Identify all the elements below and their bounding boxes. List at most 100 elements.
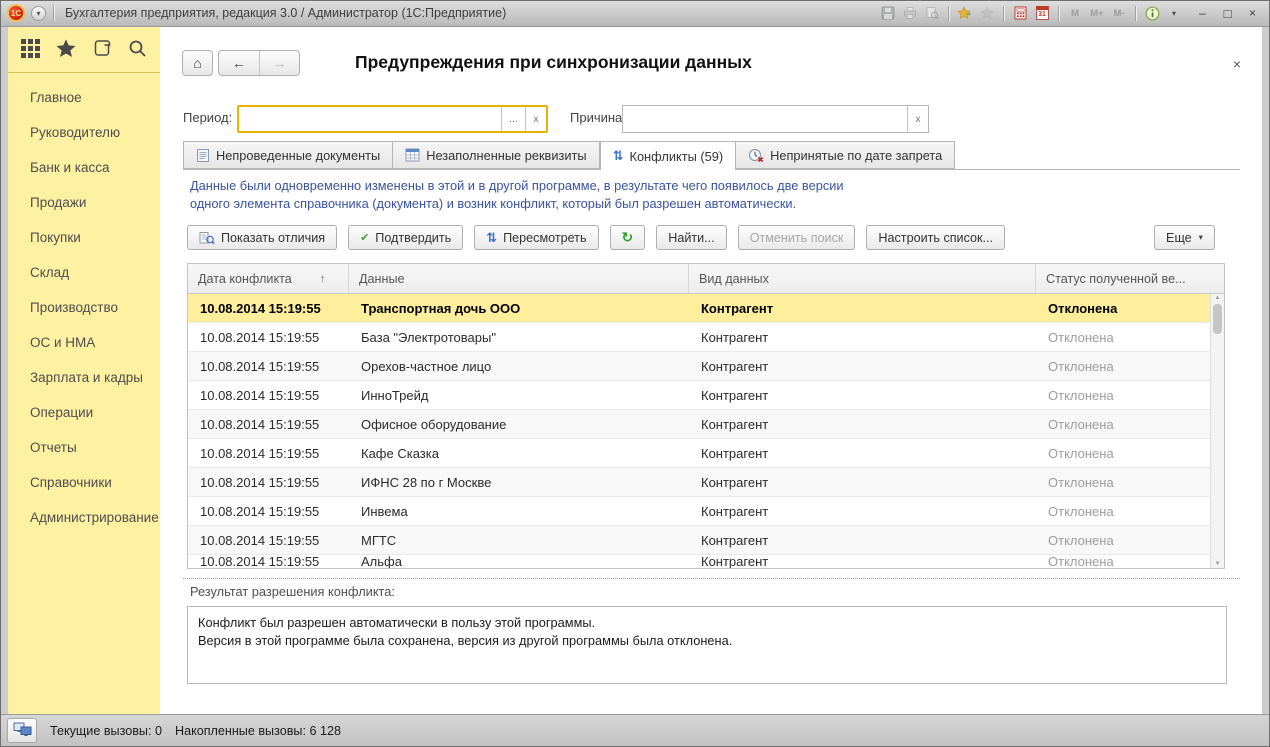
more-button[interactable]: Еще ▾ bbox=[1154, 225, 1215, 250]
period-picker-button[interactable]: ... bbox=[501, 107, 525, 131]
sort-ascending-icon: ↑ bbox=[320, 273, 326, 285]
forward-button[interactable]: → bbox=[259, 51, 299, 75]
column-header[interactable]: Вид данных bbox=[689, 264, 1036, 293]
configure-list-button[interactable]: Настроить список... bbox=[866, 225, 1005, 250]
scroll-up-icon[interactable]: ▲ bbox=[1211, 295, 1224, 301]
table-row[interactable]: 10.08.2014 15:19:55Офисное оборудованиеК… bbox=[188, 410, 1210, 439]
titlebar-tool[interactable] bbox=[1135, 6, 1136, 21]
table-row[interactable]: 10.08.2014 15:19:55МГТСКонтрагентОтклоне… bbox=[188, 526, 1210, 555]
period-field: ... x bbox=[237, 105, 548, 133]
search-panel-button[interactable] bbox=[124, 37, 150, 63]
page-close-button[interactable]: × bbox=[1228, 55, 1246, 73]
info-dropdown-button[interactable]: ▾ bbox=[1164, 4, 1184, 23]
show-differences-button[interactable]: Показать отличия bbox=[187, 225, 337, 250]
reason-field: x bbox=[622, 105, 929, 133]
sidebar-item-sales[interactable]: Продажи bbox=[8, 185, 160, 220]
sidebar-item-main[interactable]: Главное bbox=[8, 80, 160, 115]
table-row[interactable]: 10.08.2014 15:19:55ИнвемаКонтрагентОткло… bbox=[188, 497, 1210, 526]
add-favorite-button[interactable] bbox=[955, 4, 975, 23]
column-header[interactable]: Дата конфликта↑ bbox=[188, 264, 349, 293]
period-input[interactable] bbox=[239, 107, 501, 131]
conflict-date: 10.08.2014 15:19:55 bbox=[188, 323, 349, 351]
maximize-button[interactable]: □ bbox=[1217, 4, 1238, 23]
sidebar-item-bank-cash[interactable]: Банк и касса bbox=[8, 150, 160, 185]
titlebar-tools: 31 MM+M- ▾ bbox=[878, 4, 1184, 23]
table-row[interactable]: 10.08.2014 15:19:55ИФНС 28 по г МосквеКо… bbox=[188, 468, 1210, 497]
page-title: Предупреждения при синхронизации данных bbox=[355, 52, 752, 73]
table-row[interactable]: 10.08.2014 15:19:55База "Электротовары"К… bbox=[188, 323, 1210, 352]
info-icon bbox=[1145, 6, 1160, 21]
conflict-status: Отклонена bbox=[1036, 410, 1210, 438]
sidebar-item-production[interactable]: Производство bbox=[8, 290, 160, 325]
memory-recall-button[interactable]: M bbox=[1065, 4, 1085, 23]
memory-plus-button[interactable]: M+ bbox=[1087, 4, 1107, 23]
print-preview-icon bbox=[925, 6, 939, 20]
print-button[interactable] bbox=[900, 4, 920, 23]
table-row[interactable]: 10.08.2014 15:19:55Транспортная дочь ООО… bbox=[188, 294, 1210, 323]
close-button[interactable]: × bbox=[1242, 4, 1263, 23]
sidebar-item-directories[interactable]: Справочники bbox=[8, 465, 160, 500]
tab-unposted-documents[interactable]: Непроведенные документы bbox=[183, 141, 393, 169]
conflict-date: 10.08.2014 15:19:55 bbox=[188, 468, 349, 496]
reason-clear-button[interactable]: x bbox=[907, 106, 928, 132]
column-header[interactable]: Статус полученной ве... bbox=[1036, 264, 1224, 293]
tab-conflicts[interactable]: ⇅Конфликты (59) bbox=[600, 141, 737, 170]
review-button[interactable]: ⇅Пересмотреть bbox=[474, 225, 598, 250]
favorites-button[interactable] bbox=[977, 4, 997, 23]
tab-rejected-by-date[interactable]: Непринятые по дате запрета bbox=[736, 141, 955, 169]
vertical-scrollbar[interactable]: ▲ ▼ bbox=[1210, 294, 1224, 568]
main-menu-dropdown-button[interactable]: ▾ bbox=[31, 6, 46, 21]
save-button[interactable] bbox=[878, 4, 898, 23]
favorites-panel-button[interactable] bbox=[53, 37, 79, 63]
tab-unfilled-attributes[interactable]: Незаполненные реквизиты bbox=[393, 141, 599, 169]
sidebar-item-reports[interactable]: Отчеты bbox=[8, 430, 160, 465]
refresh-icon: ↻ bbox=[622, 229, 634, 246]
table-row[interactable]: 10.08.2014 15:19:55ИнноТрейдКонтрагентОт… bbox=[188, 381, 1210, 410]
table-row[interactable]: 10.08.2014 15:19:55АльфаКонтрагентОтклон… bbox=[188, 555, 1210, 568]
column-header[interactable]: Данные bbox=[349, 264, 689, 293]
conflict-description: Данные были одновременно изменены в этой… bbox=[190, 177, 844, 212]
titlebar-tool[interactable] bbox=[1058, 6, 1059, 21]
sidebar-item-manager[interactable]: Руководителю bbox=[8, 115, 160, 150]
find-button[interactable]: Найти... bbox=[656, 225, 726, 250]
sections-menu-button[interactable] bbox=[18, 37, 44, 63]
scroll-down-icon[interactable]: ▼ bbox=[1211, 561, 1224, 567]
sections-sidebar: ГлавноеРуководителюБанк и кассаПродажиПо… bbox=[8, 27, 160, 714]
sidebar-item-purchases[interactable]: Покупки bbox=[8, 220, 160, 255]
sidebar-item-operations[interactable]: Операции bbox=[8, 395, 160, 430]
conflict-kind: Контрагент bbox=[689, 439, 1036, 467]
home-button[interactable]: ⌂ bbox=[182, 50, 213, 76]
history-panel-button[interactable] bbox=[89, 37, 115, 63]
splitter[interactable] bbox=[183, 578, 1240, 579]
scrollbar-thumb[interactable] bbox=[1213, 304, 1222, 334]
calendar-button[interactable]: 31 bbox=[1032, 4, 1052, 23]
titlebar-tool[interactable] bbox=[948, 6, 949, 21]
memory-minus-button[interactable]: M- bbox=[1109, 4, 1129, 23]
performance-indicator-button[interactable] bbox=[7, 718, 37, 743]
sidebar-item-salary-hr[interactable]: Зарплата и кадры bbox=[8, 360, 160, 395]
confirm-button[interactable]: ✔Подтвердить bbox=[348, 225, 463, 250]
sidebar-item-warehouse[interactable]: Склад bbox=[8, 255, 160, 290]
back-button[interactable]: ← bbox=[219, 51, 259, 75]
conflict-kind: Контрагент bbox=[689, 526, 1036, 554]
minimize-button[interactable]: – bbox=[1192, 4, 1213, 23]
sidebar-item-fixed-assets[interactable]: ОС и НМА bbox=[8, 325, 160, 360]
cancel-search-button[interactable]: Отменить поиск bbox=[738, 225, 856, 250]
refresh-button[interactable]: ↻ bbox=[610, 225, 646, 250]
info-button[interactable] bbox=[1142, 4, 1162, 23]
calculator-button[interactable] bbox=[1010, 4, 1030, 23]
conflict-kind: Контрагент bbox=[689, 497, 1036, 525]
table-row[interactable]: 10.08.2014 15:19:55Кафе СказкаКонтрагент… bbox=[188, 439, 1210, 468]
titlebar-tool[interactable] bbox=[1003, 6, 1004, 21]
conflict-date: 10.08.2014 15:19:55 bbox=[188, 410, 349, 438]
table-row[interactable]: 10.08.2014 15:19:55Орехов-частное лицоКо… bbox=[188, 352, 1210, 381]
period-clear-button[interactable]: x bbox=[525, 107, 546, 131]
1c-logo-icon: 1С bbox=[7, 4, 25, 22]
print-preview-button[interactable] bbox=[922, 4, 942, 23]
conflict-kind: Контрагент bbox=[689, 352, 1036, 380]
reason-input[interactable] bbox=[623, 106, 907, 132]
sidebar-item-administration[interactable]: Администрирование bbox=[8, 500, 160, 535]
clock-ban-icon bbox=[748, 148, 764, 163]
accumulated-calls: Накопленные вызовы: 6 128 bbox=[175, 724, 341, 738]
add-favorite-icon bbox=[957, 6, 973, 20]
